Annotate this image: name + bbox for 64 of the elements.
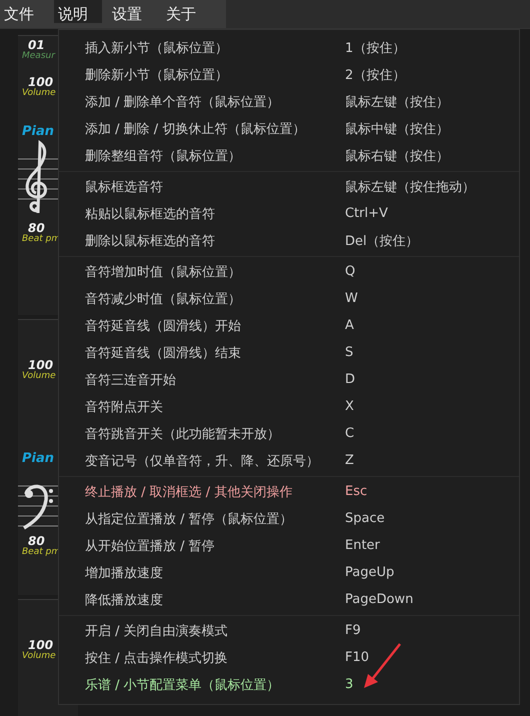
menu-item[interactable]: 文件 — [0, 0, 48, 23]
tempo-value: 80 — [28, 223, 45, 234]
menu-entry[interactable]: 增加播放速度 — [59, 564, 345, 582]
shortcut-key: Z — [345, 453, 354, 468]
volume-label: Volume — [22, 371, 56, 381]
menu-entry[interactable]: 音符延音线（圆滑线）开始 — [59, 316, 345, 334]
menu-entry[interactable]: 音符减少时值（鼠标位置） — [59, 290, 345, 308]
menu-entry[interactable]: 音符三连音开始 — [59, 370, 345, 388]
shortcut-key: Q — [345, 264, 356, 279]
measure-label: Measur — [22, 51, 55, 61]
menu-entry[interactable]: 音符增加时值（鼠标位置） — [59, 262, 345, 280]
shortcut-key: 3 — [345, 677, 354, 692]
volume-value: 100 — [28, 640, 54, 651]
shortcut-key: 鼠标左键（按住拖动） — [345, 178, 475, 196]
menu-item[interactable]: 关于 — [162, 0, 210, 23]
shortcut-key: Esc — [345, 484, 368, 499]
menu-entry[interactable]: 从指定位置播放 / 暂停（鼠标位置） — [59, 510, 345, 528]
shortcut-key: 2（按住） — [345, 66, 406, 84]
shortcut-key: W — [345, 291, 358, 306]
shortcut-key: D — [345, 372, 356, 387]
menu-entry[interactable]: 开启 / 关闭自由演奏模式 — [59, 622, 345, 640]
shortcut-key: 鼠标左键（按住） — [345, 92, 449, 110]
shortcut-key: S — [345, 345, 354, 360]
shortcut-key: 鼠标中键（按住） — [345, 120, 449, 138]
menu-entry[interactable]: 乐谱 / 小节配置菜单（鼠标位置） — [59, 676, 345, 694]
menu-entry[interactable]: 删除以鼠标框选的音符 — [59, 232, 345, 250]
shortcut-key: 1（按住） — [345, 38, 406, 56]
menu-entry[interactable]: 鼠标框选音符 — [59, 178, 345, 196]
tempo-value: 80 — [28, 536, 45, 547]
menu-entry[interactable]: 添加 / 删除 / 切换休止符（鼠标位置） — [59, 120, 345, 138]
volume-value: 100 — [28, 360, 54, 371]
menu-entry[interactable]: 音符延音线（圆滑线）结束 — [59, 344, 345, 362]
shortcut-key: F9 — [345, 623, 361, 638]
shortcut-key: PageDown — [345, 592, 414, 607]
measure-number: 01 — [28, 40, 45, 51]
shortcut-key: F10 — [345, 650, 370, 665]
menu-entry[interactable]: 变音记号（仅单音符，升、降、还原号） — [59, 452, 345, 470]
instrument-name: Pian — [22, 124, 54, 139]
shortcut-key: A — [345, 318, 354, 333]
menu-entry[interactable]: 添加 / 删除单个音符（鼠标位置） — [59, 92, 345, 110]
shortcut-key: 鼠标右键（按住） — [345, 146, 449, 164]
shortcut-key: Del（按住） — [345, 232, 419, 250]
menu-entry[interactable]: 粘贴以鼠标框选的音符 — [59, 204, 345, 222]
volume-label: Volume — [22, 651, 56, 661]
menu-item[interactable]: 设置 — [108, 0, 156, 23]
shortcut-key: Ctrl+V — [345, 206, 388, 221]
instrument-name: Pian — [22, 451, 54, 466]
menu-entry[interactable]: 音符跳音开关（此功能暂未开放） — [59, 424, 345, 442]
menu-entry[interactable]: 插入新小节（鼠标位置） — [59, 38, 345, 56]
shortcut-key: X — [345, 399, 354, 414]
shortcut-key: C — [345, 426, 354, 441]
volume-label: Volume — [22, 88, 56, 98]
shortcut-key: Enter — [345, 538, 380, 553]
shortcut-key: Space — [345, 511, 385, 526]
menu-entry[interactable]: 删除整组音符（鼠标位置） — [59, 146, 345, 164]
menu-entry[interactable]: 按住 / 点击操作模式切换 — [59, 648, 345, 666]
volume-value: 100 — [28, 77, 54, 88]
menu-entry[interactable]: 降低播放速度 — [59, 590, 345, 608]
menu-entry[interactable]: 删除新小节（鼠标位置） — [59, 66, 345, 84]
menu-item[interactable]: 说明 — [54, 0, 102, 23]
menu-entry[interactable]: 从开始位置播放 / 暂停 — [59, 536, 345, 554]
menu-entry[interactable]: 终止播放 / 取消框选 / 其他关闭操作 — [59, 482, 345, 500]
menu-entry[interactable]: 音符附点开关 — [59, 398, 345, 416]
shortcut-key: PageUp — [345, 565, 394, 580]
